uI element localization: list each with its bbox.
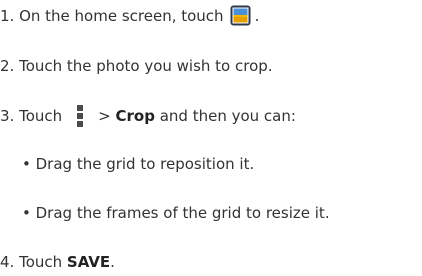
step-1-text: 1. On the home screen, touch [0,6,224,25]
step-2-text: 2. Touch the photo you wish to crop. [0,57,273,75]
step-2: 2. Touch the photo you wish to crop. [0,56,273,76]
step-3-separator: > [98,107,111,125]
menu-icon [74,105,86,127]
bullet-1: • Drag the grid to reposition it. [22,154,254,174]
step-3-text: 3. Touch [0,107,63,125]
gallery-icon [230,5,251,26]
step-4-text: 4. Touch [0,253,67,271]
bullet-2-text: • Drag the frames of the grid to resize … [22,204,330,222]
crop-label: Crop [115,107,155,125]
step-4: 4. Touch SAVE . [0,252,115,272]
step-3: 3. Touch > Crop and then you can: [0,105,296,127]
step-1: 1. On the home screen, touch . [0,5,259,26]
step-1-suffix: . [254,6,260,25]
instruction-page: 1. On the home screen, touch . 2. Touch … [0,0,422,276]
save-label: SAVE [66,253,111,271]
bullet-1-text: • Drag the grid to reposition it. [22,155,255,173]
step-3-suffix: and then you can: [154,107,296,125]
step-4-suffix: . [110,253,115,271]
bullet-2: • Drag the frames of the grid to resize … [22,203,330,223]
